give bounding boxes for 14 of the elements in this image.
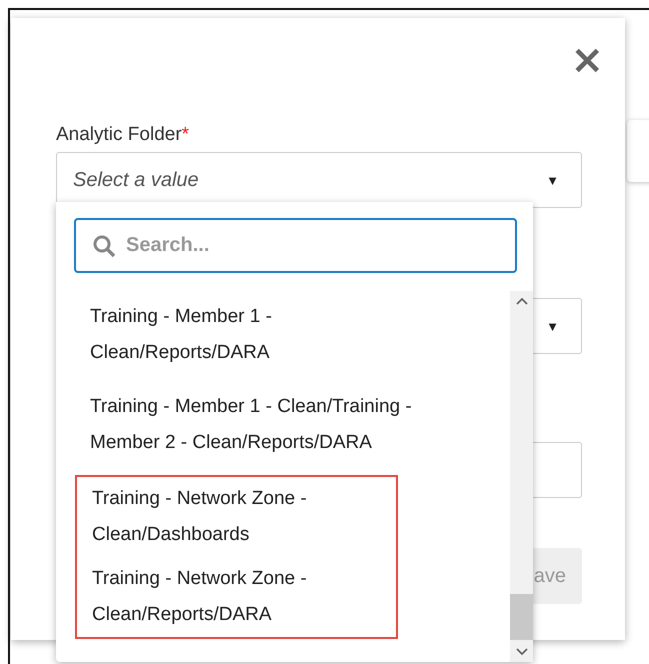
scrollbar[interactable] [510, 291, 533, 662]
folder-option[interactable]: Training - Member 1 - Clean/Reports/DARA [75, 291, 510, 371]
caret-icon: ▼ [546, 172, 559, 188]
folder-option[interactable]: Training - Member 1 - Clean/Training - Member 2 - Clean/Reports/DARA [75, 371, 510, 461]
caret-icon: ▼ [546, 318, 559, 334]
close-button[interactable]: × [566, 40, 608, 80]
scroll-up-icon[interactable] [516, 297, 528, 305]
field-label: Analytic Folder* [56, 124, 190, 146]
scroll-thumb[interactable] [510, 594, 533, 640]
search-icon [92, 234, 116, 258]
search-field[interactable]: Search... [74, 218, 517, 273]
folder-option[interactable]: Training - Network Zone - Clean/Dashboards [77, 477, 396, 553]
folder-option[interactable]: Training - Network Zone - Clean/Reports/DARA [77, 553, 396, 633]
scroll-down-icon[interactable] [516, 648, 528, 656]
